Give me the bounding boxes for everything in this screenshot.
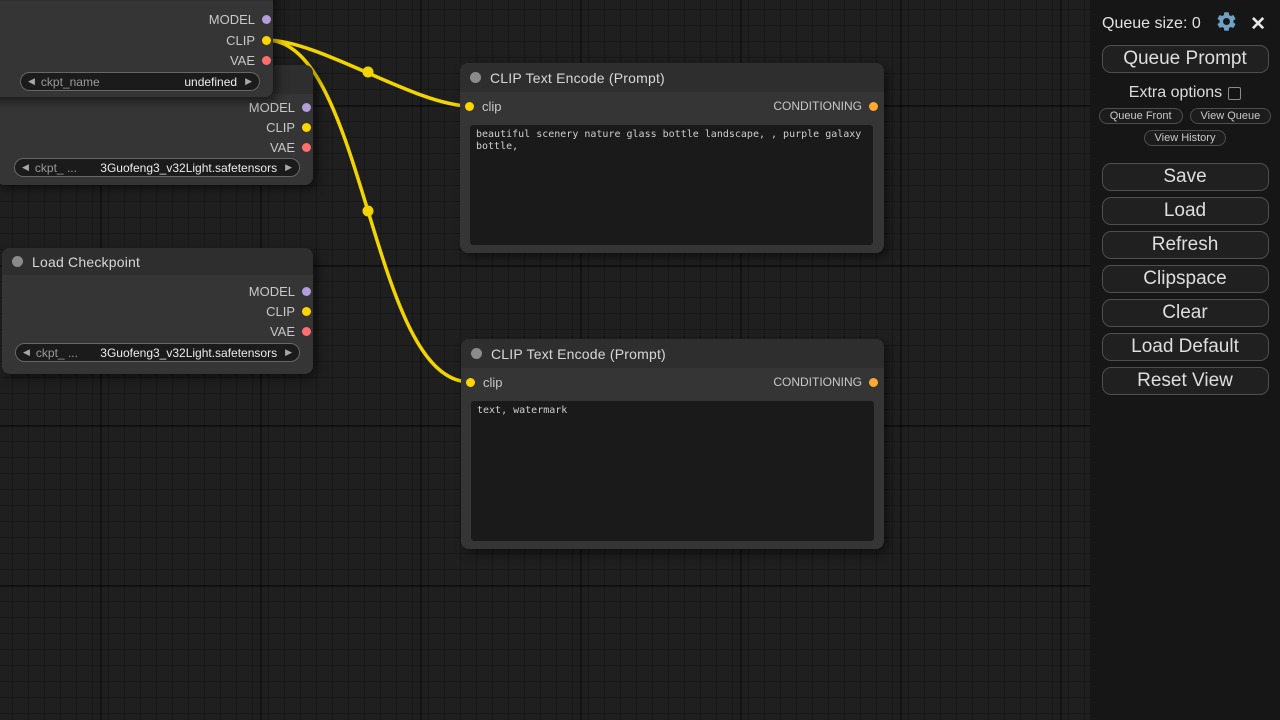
close-icon[interactable]: ✕ bbox=[1250, 15, 1266, 34]
prompt-text-area[interactable]: text, watermark bbox=[471, 401, 874, 541]
combo-left-arrow-icon[interactable]: ◀ bbox=[23, 348, 30, 357]
ckpt-name-combo-widget[interactable]: ◀ ckpt_ ... 3Guofeng3_v32Light.safetenso… bbox=[15, 343, 300, 362]
slot-row: clip CONDITIONING bbox=[461, 368, 884, 396]
conditioning-output-label: CONDITIONING bbox=[773, 375, 862, 389]
node-title: Load Checkpoint bbox=[32, 254, 140, 270]
comfyui-app: MODEL CLIP VAE ◀ ckpt_name undefined ▶ M… bbox=[0, 0, 1280, 720]
combo-right-arrow-icon[interactable]: ▶ bbox=[245, 77, 252, 86]
extra-options-row: Extra options bbox=[1090, 84, 1280, 102]
conditioning-output-dot[interactable] bbox=[869, 378, 878, 387]
output-slot-vae: VAE bbox=[270, 137, 311, 157]
output-slot-clip: CLIP bbox=[266, 301, 311, 321]
combo-left-arrow-icon[interactable]: ◀ bbox=[22, 163, 29, 172]
node-title-bar[interactable]: Load Checkpoint bbox=[2, 248, 313, 275]
clip-output-dot[interactable] bbox=[262, 36, 271, 45]
output-slot-clip: CLIP bbox=[266, 117, 311, 137]
vae-output-dot[interactable] bbox=[262, 56, 271, 65]
node-title-bar[interactable]: CLIP Text Encode (Prompt) bbox=[460, 63, 884, 92]
clipspace-button[interactable]: Clipspace bbox=[1102, 265, 1269, 293]
refresh-button[interactable]: Refresh bbox=[1102, 231, 1269, 259]
menu-header: Queue size: 0 ✕ bbox=[1090, 0, 1280, 38]
save-button[interactable]: Save bbox=[1102, 163, 1269, 191]
comfy-menu-panel: Queue size: 0 ✕ Queue Prompt Extra optio… bbox=[1090, 0, 1280, 720]
output-slot-model: MODEL bbox=[249, 281, 311, 301]
load-button[interactable]: Load bbox=[1102, 197, 1269, 225]
model-output-dot[interactable] bbox=[302, 287, 311, 296]
ckpt-name-combo-widget[interactable]: ◀ ckpt_ ... 3Guofeng3_v32Light.safetenso… bbox=[14, 158, 300, 177]
clear-button[interactable]: Clear bbox=[1102, 299, 1269, 327]
clip-output-dot[interactable] bbox=[302, 307, 311, 316]
node-load-checkpoint[interactable]: Load Checkpoint MODEL CLIP VAE ◀ ckpt_ .… bbox=[2, 248, 313, 374]
model-output-dot[interactable] bbox=[262, 15, 271, 24]
node-clip-text-encode-positive[interactable]: CLIP Text Encode (Prompt) clip CONDITION… bbox=[460, 63, 884, 253]
combo-left-arrow-icon[interactable]: ◀ bbox=[28, 77, 35, 86]
vae-output-dot[interactable] bbox=[302, 327, 311, 336]
clip-input-label: clip bbox=[482, 99, 502, 114]
clip-input-label: clip bbox=[483, 375, 503, 390]
reset-view-button[interactable]: Reset View bbox=[1102, 367, 1269, 395]
output-slot-vae: VAE bbox=[270, 321, 311, 341]
extra-options-label: Extra options bbox=[1129, 84, 1222, 102]
vae-output-dot[interactable] bbox=[302, 143, 311, 152]
queue-prompt-button[interactable]: Queue Prompt bbox=[1102, 45, 1269, 73]
output-slot-model: MODEL bbox=[209, 9, 271, 29]
queue-size-label: Queue size: 0 bbox=[1102, 15, 1201, 33]
slot-row: clip CONDITIONING bbox=[460, 92, 884, 120]
collapse-dot-icon[interactable] bbox=[471, 348, 482, 359]
model-output-dot[interactable] bbox=[302, 103, 311, 112]
view-queue-button[interactable]: View Queue bbox=[1190, 108, 1272, 124]
prompt-text-area[interactable]: beautiful scenery nature glass bottle la… bbox=[470, 125, 873, 245]
extra-options-checkbox[interactable] bbox=[1228, 87, 1241, 100]
load-default-button[interactable]: Load Default bbox=[1102, 333, 1269, 361]
node-title: CLIP Text Encode (Prompt) bbox=[490, 70, 665, 86]
menu-action-buttons: Save Load Refresh Clipspace Clear Load D… bbox=[1090, 163, 1280, 395]
node-clip-text-encode-negative[interactable]: CLIP Text Encode (Prompt) clip CONDITION… bbox=[461, 339, 884, 549]
node-checkpoint-loader-top[interactable]: MODEL CLIP VAE ◀ ckpt_name undefined ▶ bbox=[0, 0, 273, 97]
output-slot-clip: CLIP bbox=[226, 30, 271, 50]
output-slot-model: MODEL bbox=[249, 97, 311, 117]
view-history-button[interactable]: View History bbox=[1144, 130, 1227, 146]
combo-right-arrow-icon[interactable]: ▶ bbox=[285, 163, 292, 172]
collapse-dot-icon[interactable] bbox=[12, 256, 23, 267]
clip-output-dot[interactable] bbox=[302, 123, 311, 132]
queue-buttons-row: Queue Front View Queue bbox=[1090, 108, 1280, 124]
conditioning-output-dot[interactable] bbox=[869, 102, 878, 111]
output-slot-vae: VAE bbox=[230, 50, 271, 70]
node-title-bar[interactable] bbox=[0, 0, 273, 1]
clip-input-dot[interactable] bbox=[466, 378, 475, 387]
collapse-dot-icon[interactable] bbox=[470, 72, 481, 83]
ckpt-name-combo-widget[interactable]: ◀ ckpt_name undefined ▶ bbox=[20, 72, 260, 91]
history-button-row: View History bbox=[1090, 130, 1280, 146]
settings-gear-icon[interactable] bbox=[1215, 10, 1238, 38]
queue-front-button[interactable]: Queue Front bbox=[1099, 108, 1183, 124]
clip-input-dot[interactable] bbox=[465, 102, 474, 111]
node-title-bar[interactable]: CLIP Text Encode (Prompt) bbox=[461, 339, 884, 368]
conditioning-output-label: CONDITIONING bbox=[773, 99, 862, 113]
combo-right-arrow-icon[interactable]: ▶ bbox=[285, 348, 292, 357]
node-title: CLIP Text Encode (Prompt) bbox=[491, 346, 666, 362]
